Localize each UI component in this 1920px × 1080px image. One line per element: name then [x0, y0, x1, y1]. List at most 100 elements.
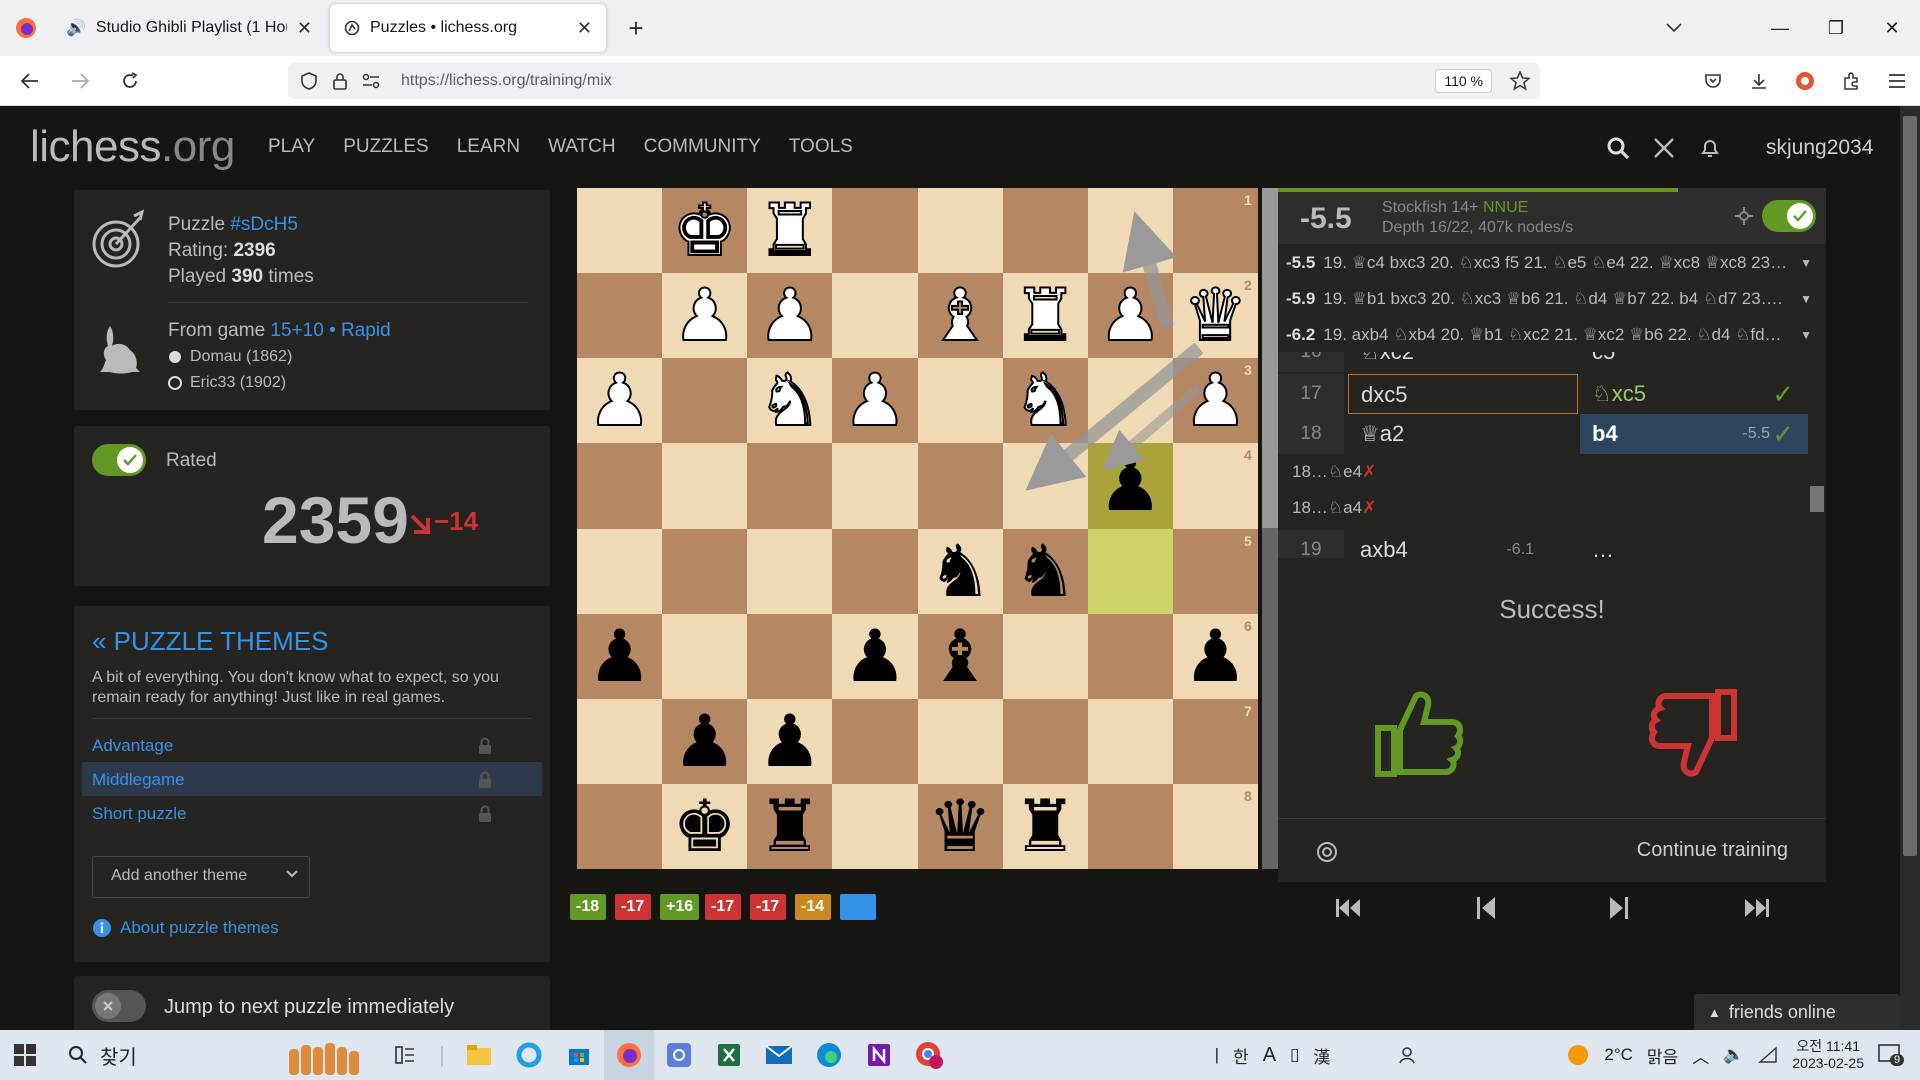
url-text[interactable]: https://lichess.org/training/mix: [401, 72, 612, 90]
restore-button[interactable]: ❐: [1808, 0, 1864, 56]
theme-advantage[interactable]: Advantage: [82, 728, 542, 762]
board-square-g5[interactable]: [662, 528, 748, 614]
zoom-level-badge[interactable]: 110 %: [1435, 69, 1492, 93]
nav-watch[interactable]: WATCH: [548, 136, 616, 158]
board-square-e4[interactable]: [832, 443, 918, 529]
board-square-d4[interactable]: [917, 443, 1003, 529]
jump-next-toggle[interactable]: [92, 990, 146, 1022]
caret-down-icon[interactable]: ▼: [1800, 256, 1812, 270]
weather-temp[interactable]: 2°C: [1604, 1045, 1633, 1065]
move[interactable]: dxc5: [1348, 374, 1578, 414]
network-icon[interactable]: [1758, 1046, 1778, 1064]
weather-sun-icon[interactable]: [1566, 1043, 1590, 1067]
continue-training-bar[interactable]: Continue training: [1278, 818, 1826, 882]
white-piece-e3[interactable]: ♟: [832, 357, 917, 443]
chess-board[interactable]: 1 2 3 4 5 6 7 8 h g f e d c b a ♚ ♜ ♟ ♟ ♝ ♜ ♟ ♛ ♟ ♞ ♟ ♞ ♟ ♟ ♞ ♞ ♟ ♟ ♝ ♟ ♟ ♟ ♚ ♜…: [577, 187, 1258, 869]
black-piece-d5[interactable]: ♞: [918, 529, 1003, 614]
nav-community[interactable]: COMMUNITY: [644, 136, 761, 158]
internet-explorer-icon[interactable]: [504, 1030, 554, 1080]
board-square-c1[interactable]: [1002, 188, 1088, 274]
settings-app-icon[interactable]: [654, 1030, 704, 1080]
task-view-icon[interactable]: [380, 1030, 430, 1080]
ime-hanja-icon[interactable]: 漢: [1313, 1043, 1330, 1068]
last-move-icon[interactable]: [1743, 897, 1769, 919]
black-player[interactable]: Eric33 (1902): [168, 374, 286, 392]
analysis-icon[interactable]: [1316, 841, 1338, 863]
first-move-icon[interactable]: [1335, 897, 1362, 919]
weather-text[interactable]: 맑음: [1647, 1043, 1678, 1068]
about-themes-link[interactable]: About puzzle themes: [92, 918, 279, 938]
mail-icon[interactable]: [754, 1030, 804, 1080]
board-square-b8[interactable]: [1087, 783, 1173, 869]
white-piece-c3[interactable]: ♞: [1003, 357, 1088, 443]
file-explorer-icon[interactable]: [454, 1030, 504, 1080]
page-scrollbar[interactable]: [1900, 106, 1920, 1030]
board-square-d1[interactable]: [917, 188, 1003, 274]
move-list-scrollbar[interactable]: [1808, 352, 1826, 558]
variation-move[interactable]: 18…♘e4✗: [1292, 462, 1376, 482]
black-piece-a6[interactable]: ♟: [1173, 614, 1258, 699]
white-piece-f2[interactable]: ♟: [747, 272, 832, 358]
board-square-h8[interactable]: [577, 783, 663, 869]
move[interactable]: ♕a2: [1348, 414, 1578, 454]
puzzle-history-badge[interactable]: -17: [750, 894, 786, 920]
site-logo[interactable]: lichess.org: [30, 122, 235, 172]
theme-middlegame[interactable]: Middlegame: [82, 762, 542, 796]
nav-play[interactable]: PLAY: [268, 136, 315, 158]
black-piece-f8[interactable]: ♜: [747, 784, 832, 869]
engine-toggle[interactable]: [1762, 200, 1816, 232]
firefox-taskbar-icon[interactable]: [604, 1030, 654, 1080]
taskbar-search[interactable]: 찾기: [50, 1030, 280, 1080]
engine-settings-icon[interactable]: [1734, 206, 1754, 226]
tab-close-icon[interactable]: ✕: [577, 18, 592, 39]
board-square-e5[interactable]: [832, 528, 918, 614]
variation-move[interactable]: 18…♘a4✗: [1292, 498, 1376, 518]
board-square-h2[interactable]: [577, 273, 663, 359]
move[interactable]: ♘xc2: [1348, 352, 1578, 372]
board-square-c6[interactable]: [1002, 613, 1088, 699]
board-square-b3[interactable]: [1087, 358, 1173, 444]
puzzle-history-badge[interactable]: -17: [705, 894, 741, 920]
nav-learn[interactable]: LEARN: [457, 136, 520, 158]
board-square-g3[interactable]: [662, 358, 748, 444]
engine-line-3[interactable]: -6.2 19. axb4 ♘xb4 20. ♕b1 ♘xc2 21. ♕xc2 …: [1286, 316, 1816, 352]
board-square-f4[interactable]: [747, 443, 833, 529]
challenges-icon[interactable]: [1652, 136, 1676, 160]
search-icon[interactable]: [1606, 136, 1630, 160]
ime-indicator[interactable]: 한: [1233, 1043, 1249, 1068]
white-piece-a3[interactable]: ♟: [1173, 357, 1258, 443]
back-button[interactable]: [10, 61, 50, 101]
white-piece-d2[interactable]: ♝: [918, 272, 1003, 358]
clock[interactable]: 오전 11:41 2023-02-25: [1792, 1038, 1864, 1072]
continue-training-button[interactable]: Continue training: [1637, 839, 1788, 862]
white-piece-g1[interactable]: ♚: [662, 187, 747, 273]
caret-down-icon[interactable]: ▼: [1800, 328, 1812, 342]
board-square-b7[interactable]: [1087, 698, 1173, 784]
engine-line-2[interactable]: -5.9 19. ♕b1 bxc3 20. ♘xc3 ♕b6 21. ♘d4 ♕b…: [1286, 280, 1816, 316]
forward-button[interactable]: [60, 61, 100, 101]
add-theme-select[interactable]: Add another theme: [92, 856, 310, 898]
engine-line-1[interactable]: -5.5 19. ♕c4 bxc3 20. ♘xc3 f5 21. ♘e5 ♘e4…: [1286, 244, 1816, 280]
duckduckgo-extension-icon[interactable]: [1782, 56, 1828, 106]
reload-button[interactable]: [110, 61, 150, 101]
nav-puzzles[interactable]: PUZZLES: [343, 136, 429, 158]
firefox-menu-icon[interactable]: [0, 0, 52, 56]
url-bar[interactable]: https://lichess.org/training/mix 110 %: [288, 63, 1540, 99]
white-piece-c2[interactable]: ♜: [1003, 272, 1088, 358]
move[interactable]: ♘xc5 ✓: [1580, 374, 1810, 414]
excel-icon[interactable]: [704, 1030, 754, 1080]
board-square-h1[interactable]: [577, 188, 663, 274]
board-square-d3[interactable]: [917, 358, 1003, 444]
chevron-up-icon[interactable]: ︿: [1692, 1043, 1709, 1068]
move-current[interactable]: b4 -5.5 ✓: [1580, 414, 1810, 454]
board-square-b5[interactable]: [1087, 528, 1173, 614]
username-menu[interactable]: skjung2034: [1766, 136, 1873, 160]
black-piece-g7[interactable]: ♟: [662, 699, 747, 784]
board-square-d7[interactable]: [917, 698, 1003, 784]
board-square-e1[interactable]: [832, 188, 918, 274]
puzzle-history-badge[interactable]: +16: [660, 894, 700, 920]
puzzle-id-link[interactable]: #sDcH5: [230, 214, 298, 235]
minimize-button[interactable]: —: [1752, 0, 1808, 56]
board-square-f5[interactable]: [747, 528, 833, 614]
board-square-e8[interactable]: [832, 783, 918, 869]
